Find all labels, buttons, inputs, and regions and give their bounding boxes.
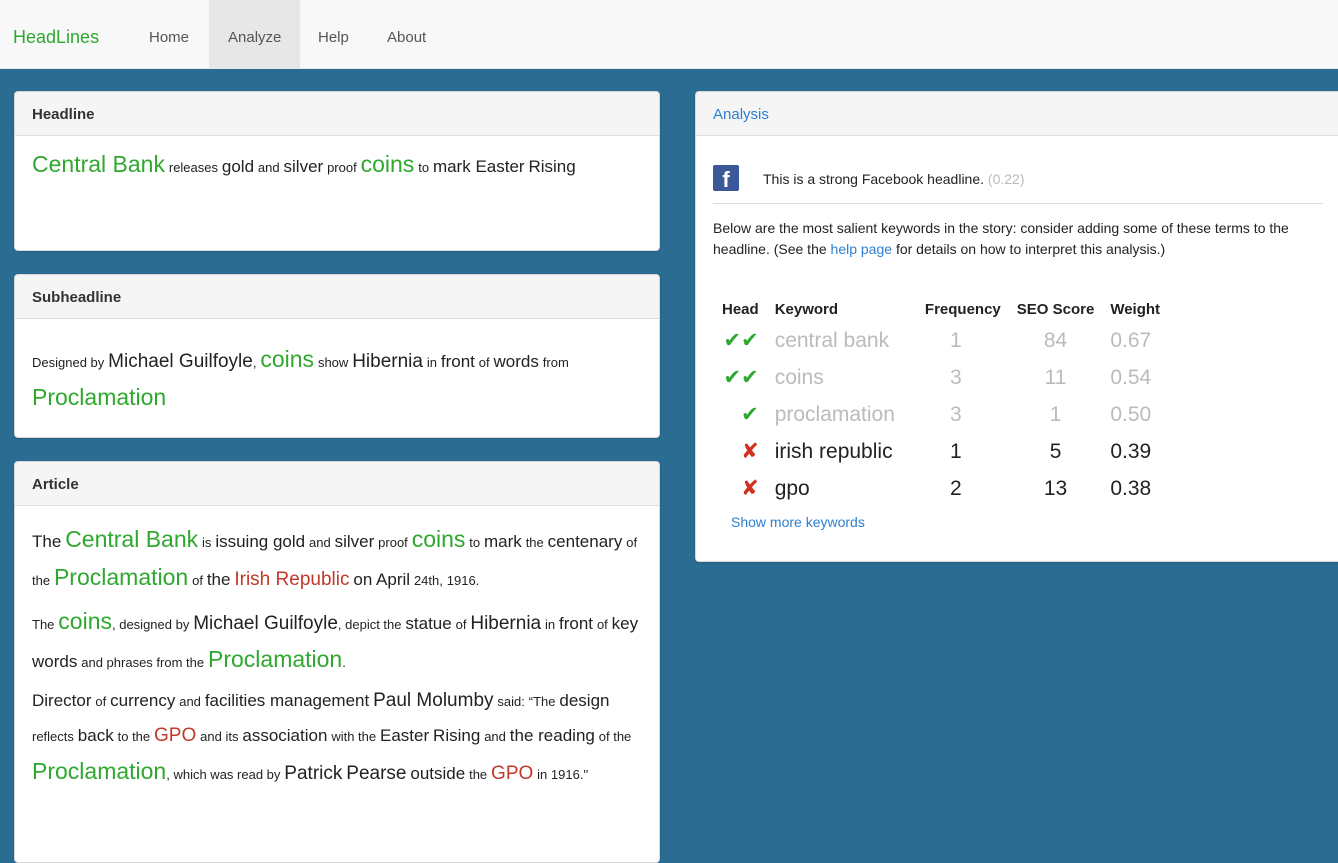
table-row: ✔✔ coins 3 11 0.54: [714, 359, 1168, 396]
seo-score-cell: 1: [1049, 402, 1062, 426]
keywords-table: Head Keyword Frequency SEO Score Weight …: [714, 296, 1168, 507]
brand-logo[interactable]: HeadLines: [13, 27, 99, 48]
headline-text[interactable]: Central Bank releases gold and silver pr…: [15, 136, 659, 184]
seo-score-cell: 13: [1043, 476, 1068, 500]
keyword-cell: irish republic: [774, 439, 893, 463]
seo-score-cell: 84: [1043, 328, 1068, 352]
facebook-score: (0.22): [987, 171, 1025, 187]
nav-about[interactable]: About: [368, 0, 445, 68]
seo-score-cell: 5: [1049, 439, 1062, 463]
nav-help[interactable]: Help: [299, 0, 368, 68]
headline-panel-title: Headline: [15, 92, 659, 136]
cross-icon: ✘: [741, 477, 759, 500]
column-header-weight: Weight: [1110, 300, 1161, 318]
keyword-cell: proclamation: [774, 402, 895, 426]
keywords-description: Below are the most salient keywords in t…: [713, 220, 1289, 257]
table-row: ✔ proclamation 3 1 0.50: [714, 396, 1168, 433]
seo-score-cell: 11: [1044, 365, 1067, 389]
analysis-panel-title[interactable]: Analysis: [696, 92, 1338, 136]
keyword-cell: gpo: [774, 476, 810, 500]
frequency-cell: 1: [950, 439, 962, 463]
check-icon: ✔: [741, 403, 759, 426]
facebook-icon: f: [713, 165, 739, 192]
help-page-link[interactable]: help page: [831, 241, 893, 257]
article-text[interactable]: The Central Bank is issuing gold and sil…: [15, 506, 659, 792]
column-header-head: Head: [722, 300, 759, 318]
weight-cell: 0.39: [1110, 439, 1152, 463]
headline-panel: Headline Central Bank releases gold and …: [14, 91, 660, 251]
frequency-cell: 1: [950, 328, 962, 352]
table-row: ✘ irish republic 1 5 0.39: [714, 433, 1168, 470]
show-more-keywords-link[interactable]: Show more keywords: [731, 514, 865, 530]
table-row: ✔✔ central bank 1 84 0.67: [714, 322, 1168, 359]
subheadline-text[interactable]: Designed by Michael Guilfoyle, coins sho…: [15, 319, 659, 418]
frequency-cell: 3: [950, 365, 962, 389]
subheadline-panel-title: Subheadline: [15, 275, 659, 319]
analysis-panel: Analysis f This is a strong Facebook hea…: [695, 91, 1338, 562]
weight-cell: 0.50: [1110, 402, 1152, 426]
weight-cell: 0.67: [1110, 328, 1152, 352]
weight-cell: 0.38: [1110, 476, 1152, 500]
table-row: ✘ gpo 2 13 0.38: [714, 470, 1168, 507]
weight-cell: 0.54: [1110, 365, 1152, 389]
column-header-keyword: Keyword: [774, 300, 839, 318]
nav-home[interactable]: Home: [130, 0, 208, 68]
keyword-cell: central bank: [774, 328, 890, 352]
keywords-table-header: Head Keyword Frequency SEO Score Weight: [714, 296, 1168, 322]
keyword-cell: coins: [774, 365, 824, 389]
facebook-assessment-text: This is a strong Facebook headline. (0.2…: [763, 171, 1025, 187]
article-paragraph: Director of currency and facilities mana…: [32, 690, 632, 784]
top-navbar: HeadLines Home Analyze Help About: [0, 0, 1338, 69]
subheadline-panel: Subheadline Designed by Michael Guilfoyl…: [14, 274, 660, 438]
column-header-seo-score: SEO Score: [1016, 300, 1095, 318]
frequency-cell: 2: [950, 476, 962, 500]
article-paragraph: The Central Bank is issuing gold and sil…: [32, 526, 638, 590]
column-header-frequency: Frequency: [924, 300, 1001, 318]
article-paragraph: The coins, designed by Michael Guilfoyle…: [32, 608, 639, 672]
article-panel: Article The Central Bank is issuing gold…: [14, 461, 660, 863]
article-panel-title: Article: [15, 462, 659, 506]
frequency-cell: 3: [950, 402, 962, 426]
double-check-icon: ✔✔: [723, 329, 759, 352]
double-check-icon: ✔✔: [723, 366, 759, 389]
cross-icon: ✘: [741, 440, 759, 463]
facebook-assessment: f This is a strong Facebook headline. (0…: [713, 163, 1323, 204]
nav-analyze[interactable]: Analyze: [209, 0, 301, 68]
